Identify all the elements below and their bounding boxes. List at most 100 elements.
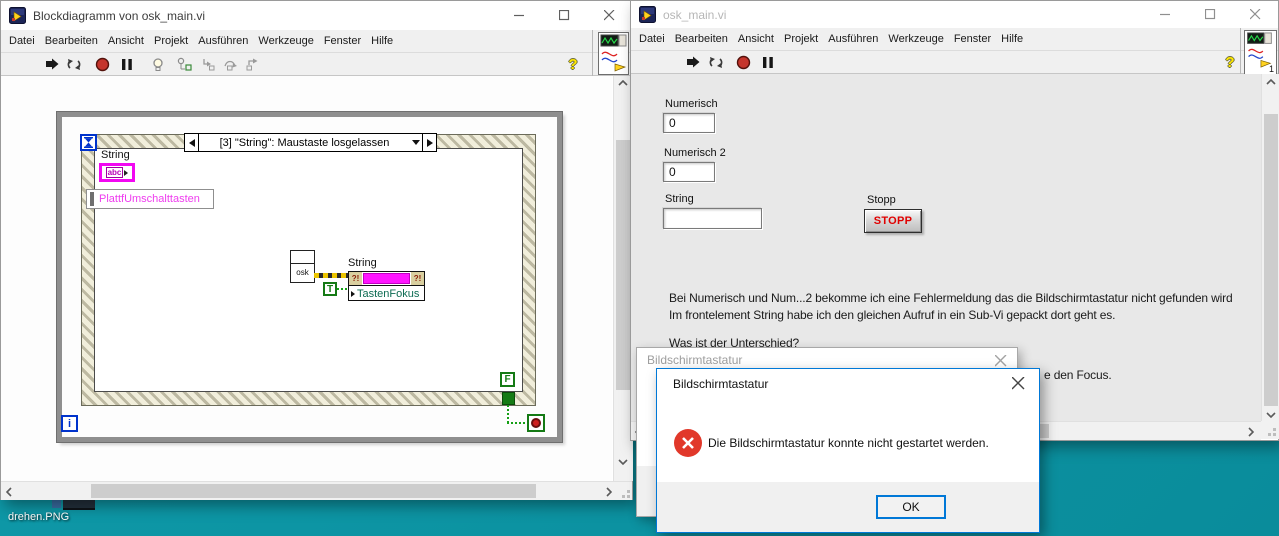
logo-badge: 1: [1268, 64, 1274, 74]
property-node-class-bar: [363, 273, 410, 284]
close-button[interactable]: [587, 1, 632, 30]
step-out-icon[interactable]: [243, 55, 261, 73]
menu-hilfe[interactable]: Hilfe: [366, 35, 398, 47]
terminal-arrow-icon: [124, 169, 129, 176]
string-input[interactable]: [663, 208, 762, 229]
loop-tunnel[interactable]: [502, 392, 515, 405]
menu-datei[interactable]: Datei: [4, 35, 40, 47]
event-timeout-terminal[interactable]: [80, 134, 97, 151]
numeric1-input[interactable]: 0: [663, 113, 715, 133]
reference-wire: [314, 273, 349, 278]
numeric2-input[interactable]: 0: [663, 162, 715, 182]
stop-button[interactable]: STOPP: [864, 209, 922, 233]
case-next-arrow-icon[interactable]: [422, 134, 436, 151]
run-button[interactable]: [684, 53, 702, 71]
loop-condition-terminal[interactable]: [527, 414, 545, 432]
block-diagram-canvas[interactable]: [3] "String": Maustaste losgelassen Stri…: [1, 76, 612, 481]
local-variable-bar: [90, 192, 94, 206]
menu-fenster[interactable]: Fenster: [319, 35, 366, 47]
local-variable-node[interactable]: PlattfUmschalttasten: [86, 189, 214, 209]
maximize-button[interactable]: [1188, 1, 1233, 28]
property-node-row[interactable]: TastenFokus: [349, 286, 424, 301]
hourglass-icon: [84, 137, 93, 148]
ok-button[interactable]: OK: [876, 495, 946, 519]
close-button[interactable]: [1011, 376, 1025, 395]
vertical-scrollbar[interactable]: [1261, 74, 1279, 421]
menu-ansicht[interactable]: Ansicht: [103, 35, 149, 47]
pause-button[interactable]: [118, 55, 136, 73]
osk-subvi-node[interactable]: osk: [290, 250, 315, 283]
abort-button[interactable]: [734, 53, 752, 71]
stop-label: Stopp: [867, 194, 896, 206]
scroll-right-icon[interactable]: [606, 487, 612, 497]
run-button[interactable]: [43, 55, 61, 73]
block-diagram-window: Blockdiagramm von osk_main.vi Datei Bear…: [0, 0, 633, 500]
resize-grip[interactable]: [620, 488, 630, 498]
window-title: osk_main.vi: [663, 7, 727, 22]
string-label: String: [665, 193, 694, 205]
scroll-down-icon[interactable]: [1266, 412, 1276, 418]
boolean-wire-v: [507, 405, 509, 423]
scroll-down-icon[interactable]: [618, 459, 628, 465]
block-diagram-toolbar: ?: [1, 53, 632, 76]
menu-ansicht[interactable]: Ansicht: [733, 33, 779, 45]
true-constant[interactable]: T: [323, 282, 337, 296]
event-case-label: [3] "String": Maustaste losgelassen: [219, 136, 390, 149]
event-case-selector[interactable]: [3] "String": Maustaste losgelassen: [184, 133, 437, 152]
error-dialog: Bildschirmtastatur Die Bildschirmtastatu…: [656, 368, 1040, 533]
scroll-up-icon[interactable]: [618, 80, 628, 86]
scroll-right-icon[interactable]: [1248, 427, 1254, 437]
error-message: Die Bildschirmtastatur konnte nicht gest…: [708, 436, 989, 450]
property-node-class-label: String: [348, 257, 377, 269]
loop-iteration-terminal[interactable]: i: [61, 415, 78, 432]
menu-bearbeiten[interactable]: Bearbeiten: [40, 35, 103, 47]
iteration-glyph: i: [67, 417, 72, 430]
scroll-up-icon[interactable]: [1266, 79, 1276, 85]
abort-button[interactable]: [93, 55, 111, 73]
minimize-button[interactable]: [497, 1, 542, 30]
case-prev-arrow-icon[interactable]: [185, 134, 199, 151]
minimize-button[interactable]: [1143, 1, 1188, 28]
help-icon: ?: [1225, 53, 1235, 71]
string-control-terminal[interactable]: abc: [99, 163, 135, 182]
horizontal-scrollbar[interactable]: [1, 481, 632, 500]
scroll-left-icon[interactable]: [6, 487, 12, 497]
abc-glyph: abc: [105, 167, 124, 178]
run-continuous-button[interactable]: [65, 55, 83, 73]
step-over-icon[interactable]: [221, 55, 239, 73]
menu-datei[interactable]: Datei: [634, 33, 670, 45]
context-help-button[interactable]: ?: [1221, 53, 1239, 71]
menu-werkzeuge[interactable]: Werkzeuge: [253, 35, 318, 47]
block-diagram-titlebar: Blockdiagramm von osk_main.vi: [1, 1, 632, 30]
maximize-button[interactable]: [542, 1, 587, 30]
case-dropdown-icon[interactable]: [410, 140, 422, 145]
resize-grip[interactable]: [1266, 426, 1276, 436]
menu-hilfe[interactable]: Hilfe: [996, 33, 1028, 45]
menu-ausfuehren[interactable]: Ausführen: [823, 33, 883, 45]
pause-button[interactable]: [759, 53, 777, 71]
context-help-button[interactable]: ?: [564, 55, 582, 73]
help-icon: ?: [568, 55, 578, 73]
close-button[interactable]: [1233, 1, 1278, 28]
menu-projekt[interactable]: Projekt: [779, 33, 823, 45]
false-constant[interactable]: F: [500, 372, 515, 387]
run-continuous-button[interactable]: [707, 53, 725, 71]
highlight-execution-icon[interactable]: [149, 55, 167, 73]
property-node-header: ?! ?!: [349, 272, 424, 286]
note-fragment: e den Focus.: [1044, 368, 1112, 382]
error-icon: [674, 429, 702, 457]
menu-fenster[interactable]: Fenster: [949, 33, 996, 45]
menu-bearbeiten[interactable]: Bearbeiten: [670, 33, 733, 45]
menu-ausfuehren[interactable]: Ausführen: [193, 35, 253, 47]
close-icon: [994, 354, 1007, 367]
labview-app-icon: [639, 6, 656, 23]
note-line-1: Bei Numerisch und Num...2 bekomme ich ei…: [669, 291, 1233, 305]
numeric1-label: Numerisch: [665, 98, 718, 110]
retain-wire-values-icon[interactable]: [176, 55, 194, 73]
property-node[interactable]: ?! ?! TastenFokus: [348, 271, 425, 301]
property-name: TastenFokus: [357, 287, 420, 300]
step-into-icon[interactable]: [199, 55, 217, 73]
menu-projekt[interactable]: Projekt: [149, 35, 193, 47]
menu-werkzeuge[interactable]: Werkzeuge: [883, 33, 948, 45]
osk-subvi-label: osk: [296, 268, 309, 277]
